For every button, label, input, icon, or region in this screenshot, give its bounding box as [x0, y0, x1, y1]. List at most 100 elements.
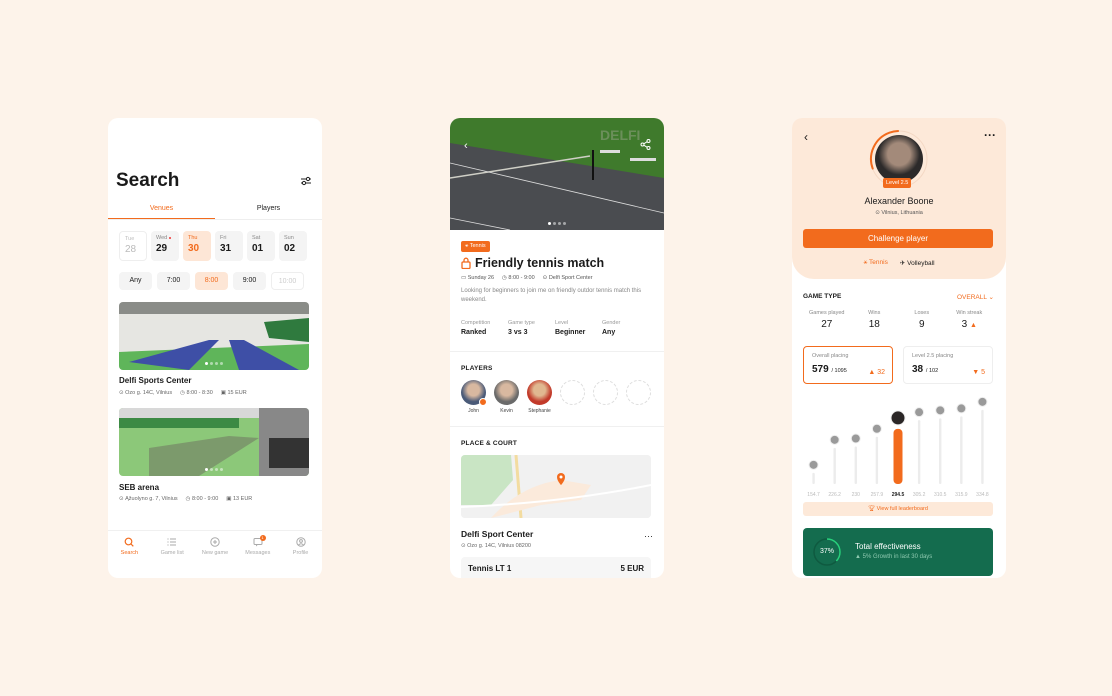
leaderboard-bar — [812, 472, 815, 484]
share-icon[interactable] — [640, 139, 651, 150]
overall-placing-card[interactable]: Overall placing 579 / 1095 ▲ 32 — [803, 346, 893, 384]
leaderboard-score-label: 230 — [852, 492, 861, 498]
event-dot-icon — [169, 236, 172, 239]
avatar — [494, 380, 519, 405]
time-chip[interactable]: 7:00 — [157, 272, 190, 290]
venue-image[interactable] — [119, 408, 309, 476]
match-title: Friendly tennis match — [461, 256, 604, 270]
effectiveness-card: 37% Total effectiveness ▲ 5% Growth in l… — [803, 528, 993, 576]
day-chip[interactable]: Fri 31 — [215, 231, 243, 261]
player-name: Alexander Boone — [864, 196, 934, 206]
leaderboard-chart: 154.7 226.2 230 257.9 294.5 305.2 310.5 315.9 33… — [807, 396, 989, 498]
leaderboard-score-label: 226.2 — [828, 492, 841, 498]
sport-tag: ⚹ Tennis — [461, 241, 490, 252]
back-button[interactable]: ‹ — [804, 130, 808, 144]
stat-loses: Loses 9 — [914, 310, 930, 330]
tab-venues[interactable]: Venues — [108, 202, 215, 219]
leaderboard-score-label: 294.5 — [892, 492, 905, 498]
player-kevin[interactable]: Kevin — [494, 380, 519, 414]
place-court-heading: PLACE & COURT — [461, 440, 518, 447]
leaderboard-avatar[interactable] — [914, 407, 925, 418]
tab-tennis[interactable]: ⚹ Tennis — [863, 259, 887, 267]
attr-level: Level Beginner — [555, 320, 586, 336]
venue-name[interactable]: Delfi Sports Center — [119, 376, 191, 385]
time-chip-selected[interactable]: 8:00 — [195, 272, 228, 290]
leaderboard-score-label: 154.7 — [807, 492, 820, 498]
tab-players[interactable]: Players — [215, 202, 322, 219]
match-hero-image: DELFI ‹ — [450, 118, 664, 230]
time-chip[interactable]: Any — [119, 272, 152, 290]
day-chip[interactable]: Sat 01 — [247, 231, 275, 261]
trophy-icon: 🏆︎ — [868, 506, 877, 512]
clock-icon: ◷ 8:00 - 9:00 — [502, 275, 535, 281]
arena-court-image — [119, 408, 309, 476]
nav-game-list[interactable]: Game list — [151, 537, 194, 578]
sport-tabs: ⚹ Tennis ✈ Volleyball — [792, 259, 1006, 267]
venue-meta: ⊙ Ozo g. 14C, Vilnius ◷ 8:00 - 8:30 ▣ 15… — [119, 390, 247, 396]
time-chip[interactable]: 9:00 — [233, 272, 266, 290]
effectiveness-title: Total effectiveness — [855, 542, 921, 551]
challenge-player-button[interactable]: Challenge player — [803, 229, 993, 248]
search-tabs: Venues Players — [108, 202, 322, 220]
leaderboard-avatar[interactable] — [871, 423, 882, 434]
leaderboard-avatar[interactable] — [890, 410, 906, 426]
leaderboard-avatar[interactable] — [829, 434, 840, 445]
leaderboard-bar — [833, 447, 836, 484]
leaderboard-avatar[interactable] — [850, 433, 861, 444]
venue-name[interactable]: SEB arena — [119, 483, 159, 492]
nav-profile[interactable]: Profile — [279, 537, 322, 578]
tab-volleyball[interactable]: ✈ Volleyball — [900, 259, 935, 267]
page-title: Search — [116, 170, 180, 191]
nav-search[interactable]: Search — [108, 537, 151, 578]
stats-row: Games played 27 Wins 18 Loses 9 Win streak 3… — [803, 310, 993, 330]
volleyball-icon: ✈ — [899, 260, 908, 267]
leaderboard-avatar[interactable] — [935, 405, 946, 416]
player-john[interactable]: John — [461, 380, 487, 414]
back-button[interactable]: ‹ — [464, 140, 468, 152]
player-stephanie[interactable]: Stephanie — [527, 380, 552, 414]
court-address: ⊙ Ozo g. 14C, Vilnius 08200 — [461, 543, 531, 549]
image-pager — [205, 362, 223, 365]
empty-slot[interactable] — [593, 380, 618, 414]
stat-win-streak: Win streak 3 ▲ — [956, 310, 983, 330]
time-picker: Any 7:00 8:00 9:00 10:00 — [119, 272, 304, 290]
plus-circle-icon — [210, 537, 220, 547]
court-row[interactable]: Tennis LT 1 5 EUR — [461, 557, 651, 578]
leaderboard-avatar[interactable] — [808, 459, 819, 470]
more-options-icon[interactable]: ··· — [984, 128, 996, 142]
venue-image[interactable] — [119, 302, 309, 370]
venue-map[interactable] — [461, 455, 651, 518]
match-meta: ▭ Sunday 26 ◷ 8:00 - 9:00 ⊙ Delfi Sport … — [461, 275, 593, 281]
leaderboard-avatar[interactable] — [956, 403, 967, 414]
court-venue-name: Delfi Sport Center — [461, 529, 534, 539]
empty-slot[interactable] — [560, 380, 585, 414]
leaderboard-avatar[interactable] — [977, 396, 988, 407]
view-leaderboard-button[interactable]: 🏆︎ View full leaderboard — [803, 502, 993, 516]
venue-meta: ⊙ Ąžuolyno g. 7, Vilnius ◷ 8:00 - 9:00 ▣… — [119, 496, 252, 502]
arrow-up-icon: ▲ — [855, 554, 863, 560]
search-icon — [124, 537, 135, 547]
leaderboard-bar — [981, 409, 984, 484]
day-chip[interactable]: Sun 02 — [279, 231, 307, 261]
more-options-icon[interactable]: ··· — [644, 531, 653, 541]
leaderboard-bar — [939, 418, 942, 484]
clock-icon: ◷ 8:00 - 9:00 — [185, 496, 219, 502]
day-chip[interactable]: Wed 29 — [151, 231, 179, 261]
stat-games-played: Games played 27 — [809, 310, 845, 330]
search-screen: Search Venues Players Tue 28 Wed 29 Thu 30 … — [108, 118, 322, 578]
sliders-icon[interactable] — [300, 175, 312, 187]
tennis-court-image: DELFI — [450, 118, 664, 230]
level-placing-card[interactable]: Level 2.5 placing 38 / 102 ▼ 5 — [903, 346, 993, 384]
game-type-dropdown[interactable]: OVERALL ⌄ — [957, 293, 994, 301]
match-description: Looking for beginners to join me on frie… — [461, 288, 642, 303]
clock-icon: ◷ 8:00 - 8:30 — [180, 390, 213, 396]
date-picker: Tue 28 Wed 29 Thu 30 Fri 31 Sat 01 Sun 02 — [119, 231, 307, 261]
arrow-down-icon: ▼ — [972, 369, 982, 376]
nav-messages[interactable]: 1 Messages — [236, 535, 279, 578]
empty-slot[interactable] — [626, 380, 651, 414]
day-chip[interactable]: Tue 28 — [119, 231, 147, 261]
calendar-icon: ▭ Sunday 26 — [461, 275, 495, 281]
nav-new-game[interactable]: New game — [194, 537, 237, 578]
flame-icon: ▲ — [969, 322, 977, 329]
day-chip-selected[interactable]: Thu 30 — [183, 231, 211, 261]
